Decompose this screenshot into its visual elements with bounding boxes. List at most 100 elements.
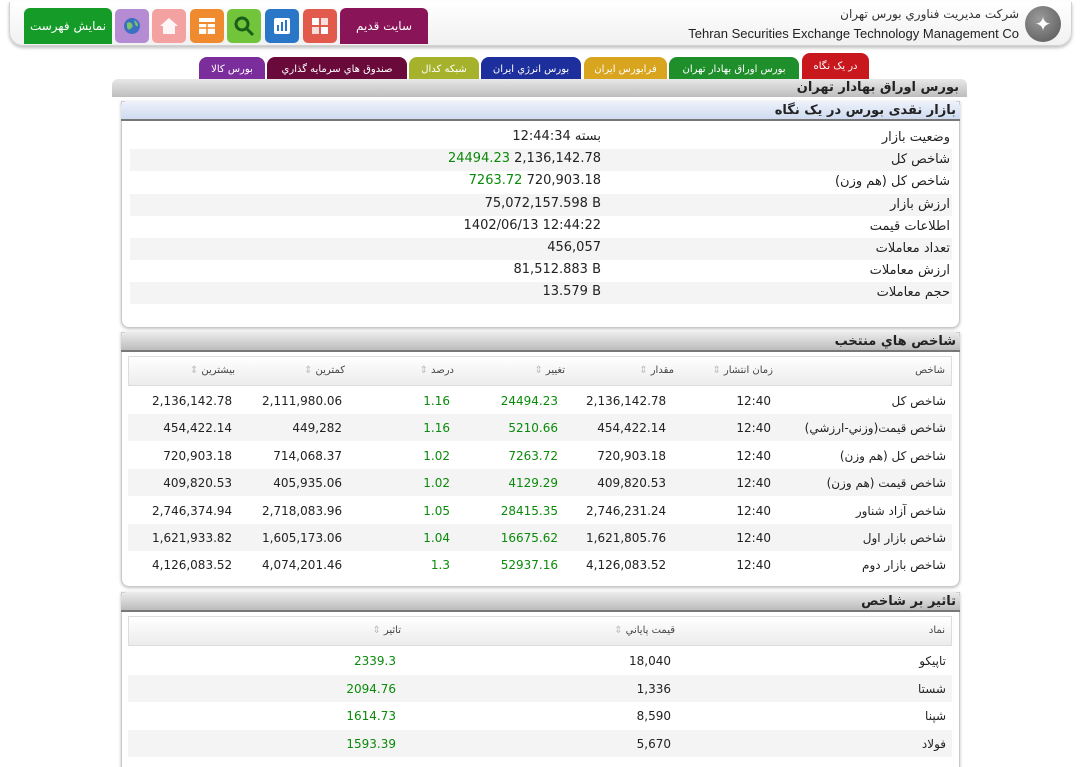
impact-title: تاثير بر شاخص — [121, 592, 960, 612]
col-value[interactable]: مقدار⇕ — [639, 365, 674, 376]
index-max: 2,136,142.78 — [152, 394, 233, 408]
table-row[interactable]: فولاد 5,670 1593.39 — [128, 729, 952, 757]
overview-value: 13.579 B — [542, 284, 601, 299]
home-icon[interactable] — [152, 9, 186, 43]
overview-row: اطلاعات قيمت 1402/06/13 12:44:22 — [130, 216, 952, 238]
overview-row: ارزش بازار 75,072,157.598 B — [130, 193, 952, 216]
overview-row: ارزش معاملات 81,512.883 B — [130, 260, 952, 282]
impact-symbol[interactable]: شپنا — [925, 709, 946, 723]
index-change: 7263.72 — [508, 448, 558, 463]
index-name[interactable]: شاخص آزاد شناور — [856, 504, 946, 518]
impact-symbol[interactable]: شستا — [918, 682, 946, 696]
overview-row: شاخص کل (هم وزن) 7263.72 720,903.18 — [130, 171, 952, 193]
overview-row: وضعيت بازار بسته 12:44:34 — [130, 127, 952, 149]
table-row[interactable]: شاخص بازار دوم 4,126,083.52 4,074,201.46 1.… — [128, 551, 952, 578]
selected-indices-title: شاخص هاي منتخب — [121, 332, 960, 352]
table-row[interactable]: شاخص کل (هم وزن) 720,903.18 714,068.37 1.02… — [128, 442, 952, 469]
tab-energy-exchange[interactable]: بورس انرژي ايران — [481, 57, 581, 81]
table-row[interactable]: شپنا 8,590 1614.73 — [128, 702, 952, 729]
index-max: 4,126,083.52 — [152, 558, 233, 573]
impact-symbol[interactable]: تاپيکو — [919, 654, 946, 668]
index-max: 720,903.18 — [163, 448, 232, 463]
table-row[interactable]: شاخص قيمت(وزني-ارزشي) 454,422.14 449,282 1.… — [128, 414, 952, 442]
show-menu-button[interactable]: نمايش فهرست — [24, 8, 112, 44]
impact-symbol[interactable]: فولاد — [922, 737, 946, 751]
tab-ifb[interactable]: فرابورس ايران — [584, 57, 667, 81]
index-change: 24494.23 — [500, 394, 558, 408]
index-value: 454,422.14 — [597, 421, 666, 436]
index-min: 2,111,980.06 — [262, 394, 343, 408]
tab-tse[interactable]: بورس اوراق بهادار تهران — [669, 57, 799, 81]
index-name[interactable]: شاخص کل (هم وزن) — [840, 449, 946, 463]
index-value: 409,820.53 — [597, 476, 666, 491]
index-min: 449,282 — [292, 421, 342, 436]
tab-overview[interactable]: در يک نگاه — [802, 53, 869, 79]
index-name[interactable]: شاخص قيمت (هم وزن) — [827, 476, 946, 490]
overview-value: 81,512.883 B — [514, 262, 601, 277]
chart-icon[interactable] — [303, 9, 337, 43]
index-percent: 1.04 — [423, 531, 450, 545]
overview-value: 75,072,157.598 B — [485, 196, 601, 211]
tab-funds[interactable]: صندوق هاي سرمايه گذاري — [267, 57, 407, 81]
col-min[interactable]: کمترين⇕ — [304, 365, 345, 376]
table-row[interactable]: شاخص بازار اول 1,621,933.82 1,605,173.06 1.… — [128, 524, 952, 551]
dashboard-icon[interactable] — [227, 9, 261, 43]
calculator-icon[interactable] — [190, 9, 224, 43]
logo-icon: ✦ — [1025, 6, 1061, 42]
overview-row: حجم معاملات 13.579 B — [130, 282, 952, 305]
table-row[interactable]: شستا 1,336 2094.76 — [128, 674, 952, 702]
table-row[interactable]: تاپيکو 18,040 2339.3 — [128, 647, 952, 674]
impact-value: 2094.76 — [346, 681, 396, 696]
overview-row: شاخص کل 24494.23 2,136,142.78 — [130, 149, 952, 172]
impact-value: 1593.39 — [346, 736, 396, 751]
index-percent: 1.02 — [423, 448, 450, 463]
overview-value: 7263.72 720,903.18 — [469, 173, 601, 188]
index-min: 405,935.06 — [273, 476, 342, 491]
col-publish-time[interactable]: زمان انتشار⇕ — [712, 365, 773, 376]
overview-label: وضعيت بازار — [881, 130, 950, 145]
table-row[interactable]: شاخص قيمت (هم وزن) 409,820.53 405,935.06 1.… — [128, 469, 952, 497]
overview-amount: 2,136,142.78 — [514, 151, 601, 167]
index-percent: 1.16 — [423, 421, 450, 436]
index-name[interactable]: شاخص بازار اول — [863, 531, 946, 545]
col-impact[interactable]: تاثير⇕ — [372, 625, 401, 636]
index-value: 1,621,805.76 — [586, 531, 667, 545]
company-name-fa: شرکت مديريت فناوري بورس تهران — [840, 7, 1019, 21]
index-max: 454,422.14 — [163, 421, 232, 436]
tab-codal[interactable]: شبکه کدال — [409, 57, 479, 81]
index-min: 714,068.37 — [273, 448, 342, 463]
book-icon[interactable] — [265, 9, 299, 43]
overview-value: 1402/06/13 12:44:22 — [464, 218, 601, 233]
tab-commodity-exchange[interactable]: بورس کالا — [199, 57, 265, 81]
old-site-button[interactable]: سايت قديم — [340, 8, 428, 44]
table-row[interactable]: شاخص کل 2,136,142.78 2,111,980.06 1.16 24494… — [128, 387, 952, 414]
index-name[interactable]: شاخص قيمت(وزني-ارزشي) — [805, 421, 946, 435]
col-percent[interactable]: درصد⇕ — [420, 365, 454, 376]
index-percent: 1.3 — [430, 558, 450, 573]
index-name[interactable]: شاخص بازار دوم — [862, 558, 946, 572]
col-final-price[interactable]: قيمت پاياني⇕ — [614, 625, 675, 636]
section-title-tse: بورس اوراق بهادار تهران — [112, 79, 967, 97]
index-time: 12:40 — [736, 503, 771, 518]
index-name[interactable]: شاخص کل — [892, 394, 946, 408]
index-value: 2,746,231.24 — [586, 503, 667, 518]
overview-label: ارزش معاملات — [869, 263, 950, 279]
index-time: 12:40 — [736, 558, 771, 573]
brand[interactable]: شرکت مديريت فناوري بورس تهران Tehran Sec… — [688, 4, 1061, 44]
impact-header: نماد قيمت پاياني⇕ تاثير⇕ — [128, 616, 952, 646]
impact-price: 5,670 — [636, 736, 671, 751]
index-percent: 1.16 — [423, 394, 450, 408]
col-max[interactable]: بيشترين⇕ — [190, 365, 235, 376]
col-symbol[interactable]: نماد — [929, 625, 945, 636]
index-time: 12:40 — [736, 531, 771, 545]
overview-amount: 75,072,157.598 B — [484, 195, 601, 211]
table-row[interactable]: شاخص آزاد شناور 2,746,374.94 2,718,083.96 1… — [128, 497, 952, 524]
index-max: 1,621,933.82 — [152, 531, 233, 545]
col-index-name[interactable]: شاخص — [915, 365, 945, 376]
index-max: 2,746,374.94 — [152, 503, 233, 518]
col-change[interactable]: تغيير⇕ — [534, 365, 565, 376]
index-change: 52937.16 — [500, 558, 558, 573]
globe-icon[interactable] — [115, 9, 149, 43]
index-percent: 1.02 — [423, 476, 450, 491]
impact-value: 2339.3 — [354, 654, 396, 668]
